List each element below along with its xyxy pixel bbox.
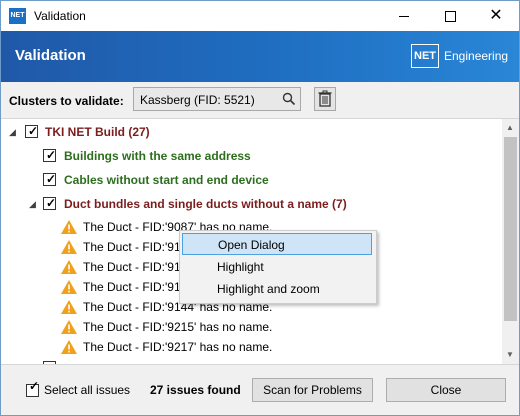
vertical-scrollbar[interactable]: ▲ ▼ [502, 119, 519, 364]
issues-count: 27 issues found [150, 383, 241, 397]
search-icon[interactable] [282, 92, 296, 106]
cluster-value: Kassberg (FID: 5521) [140, 93, 255, 107]
collapse-arrow-icon[interactable]: ◢ [29, 193, 36, 215]
category-label: Duct bundles and single ducts without a … [64, 197, 347, 211]
warning-icon [61, 260, 77, 274]
issue-item[interactable]: The Duct - FID:'9217' has no name. [61, 336, 301, 358]
issue-label: The Duct - FID:'91 [83, 240, 181, 254]
maximize-icon [445, 11, 456, 22]
scroll-up-icon[interactable]: ▲ [506, 123, 514, 132]
warning-icon [61, 300, 77, 314]
scroll-thumb[interactable] [504, 137, 517, 321]
cluster-field[interactable]: Kassberg (FID: 5521) [133, 87, 301, 111]
category-checkbox[interactable]: ✓ [43, 196, 56, 210]
banner-title: Validation [15, 47, 86, 64]
close-icon: ✕ [489, 7, 503, 24]
warning-icon [61, 240, 77, 254]
menu-item-highlight[interactable]: Highlight [182, 256, 372, 278]
menu-item-label: Highlight [217, 260, 264, 274]
title-bar: NET Validation ✕ [1, 1, 519, 31]
collapse-arrow-icon[interactable]: ◢ [9, 121, 16, 143]
issue-item[interactable]: The Duct - FID:'9215' has no name. [61, 316, 301, 338]
category-label: Buildings with the same address [64, 149, 251, 163]
menu-item-highlight-and-zoom[interactable]: Highlight and zoom [182, 278, 372, 300]
category-checkbox[interactable] [43, 361, 56, 364]
category-checkbox[interactable]: ✓ [43, 148, 56, 162]
menu-item-open-dialog[interactable]: Open Dialog [182, 233, 372, 255]
brand-logo: NET [411, 44, 439, 68]
menu-item-label: Open Dialog [218, 238, 285, 252]
brand-text: Engineering [444, 49, 509, 63]
validation-window: NET Validation ✕ Validation NET Engineer… [0, 0, 520, 416]
close-button[interactable]: Close [386, 378, 506, 402]
issue-label: The Duct - FID:'9217' has no name. [83, 340, 273, 354]
issue-label: The Duct - FID:'91 [83, 280, 181, 294]
header-banner: Validation NET Engineering [1, 31, 519, 82]
clear-cluster-button[interactable] [314, 87, 336, 111]
scan-for-problems-button[interactable]: Scan for Problems [252, 378, 373, 402]
tree-category[interactable]: ◢ ✓ Duct bundles and single ducts withou… [29, 193, 389, 215]
minimize-icon [399, 16, 409, 17]
scroll-down-icon[interactable]: ▼ [506, 350, 514, 359]
issue-label: The Duct - FID:'9215' has no name. [83, 320, 273, 334]
warning-icon [61, 320, 77, 334]
root-checkbox[interactable]: ✓ [25, 124, 38, 138]
tree-category[interactable]: ✓ Cables without start and end device [43, 169, 343, 191]
close-window-button[interactable]: ✕ [473, 1, 519, 31]
maximize-button[interactable] [427, 1, 473, 31]
app-icon: NET [9, 8, 26, 24]
minimize-button[interactable] [381, 1, 427, 31]
select-all-label[interactable]: Select all issues [44, 383, 130, 397]
tree-category-partial[interactable]: ▷ [29, 357, 229, 364]
tree-root[interactable]: ◢ ✓ TKI NET Build (27) [9, 121, 309, 143]
trash-icon [318, 90, 332, 107]
clusters-label: Clusters to validate: [9, 94, 124, 108]
expand-arrow-icon[interactable]: ▷ [29, 357, 36, 364]
issue-label: The Duct - FID:'91 [83, 260, 181, 274]
tree-category[interactable]: ✓ Buildings with the same address [43, 145, 343, 167]
root-label: TKI NET Build (27) [45, 125, 150, 139]
category-label: Cables without start and end device [64, 173, 269, 187]
warning-icon [61, 280, 77, 294]
context-menu: Open Dialog Highlight Highlight and zoom [179, 230, 377, 304]
category-checkbox[interactable]: ✓ [43, 172, 56, 186]
window-title: Validation [34, 9, 86, 23]
select-all-checkbox[interactable]: ✓ [26, 379, 39, 397]
warning-icon [61, 220, 77, 234]
warning-icon [61, 340, 77, 354]
menu-item-label: Highlight and zoom [217, 282, 320, 296]
